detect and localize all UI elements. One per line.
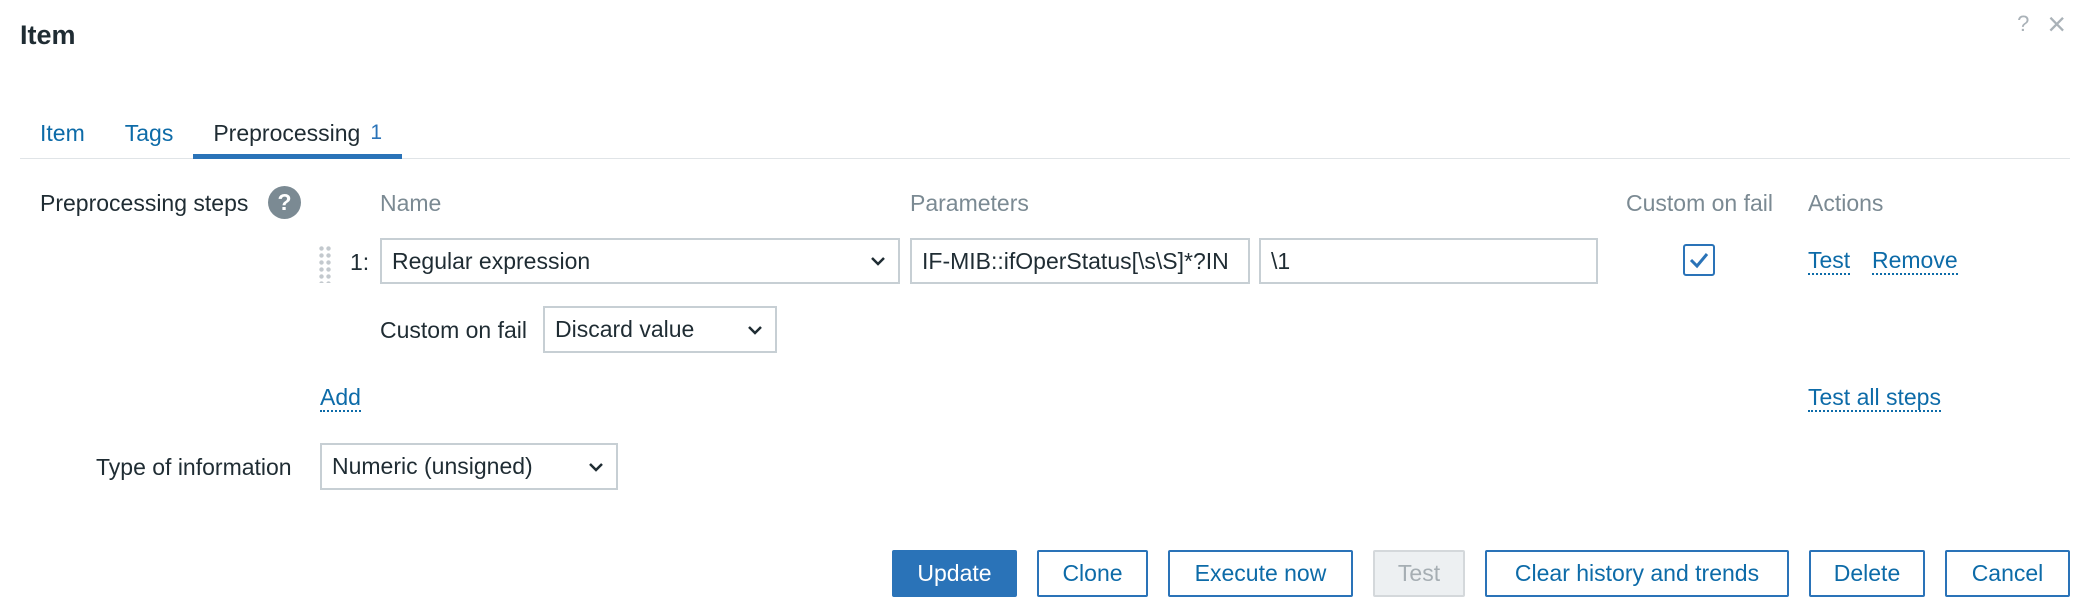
column-header-custom-on-fail: Custom on fail — [1626, 190, 1774, 216]
update-button[interactable]: Update — [892, 550, 1017, 597]
clear-history-button[interactable]: Clear history and trends — [1485, 550, 1789, 597]
type-of-information-value: Numeric (unsigned) — [332, 453, 533, 479]
custom-on-fail-checkbox[interactable] — [1683, 244, 1715, 276]
help-icon[interactable]: ? — [268, 186, 301, 219]
step-parameter-pattern-value: IF-MIB::ifOperStatus[\s\S]*?IN — [922, 247, 1229, 274]
test-button: Test — [1373, 550, 1465, 597]
dialog-controls: ? × — [2017, 8, 2066, 40]
tab-item[interactable]: Item — [20, 108, 105, 158]
delete-button[interactable]: Delete — [1809, 550, 1925, 597]
custom-on-fail-value: Discard value — [555, 316, 695, 342]
step-parameter-output-input[interactable]: \1 — [1259, 238, 1598, 284]
close-icon[interactable]: × — [2047, 8, 2066, 40]
checkmark-icon — [1689, 253, 1709, 269]
tab-preprocessing[interactable]: Preprocessing 1 — [193, 108, 402, 159]
tab-bar: Item Tags Preprocessing 1 — [20, 108, 2070, 159]
drag-handle-icon[interactable] — [318, 245, 332, 283]
remove-step-link[interactable]: Remove — [1872, 247, 1958, 276]
add-step-link[interactable]: Add — [320, 384, 361, 413]
step-type-select[interactable]: Regular expression — [380, 238, 900, 284]
step-number: 1: — [350, 249, 370, 275]
tab-tags[interactable]: Tags — [105, 108, 194, 158]
custom-on-fail-select[interactable]: Discard value — [543, 306, 777, 353]
chevron-down-icon — [871, 257, 885, 266]
dialog-title: Item — [20, 20, 76, 50]
cancel-button[interactable]: Cancel — [1945, 550, 2070, 597]
column-header-parameters: Parameters — [910, 190, 1029, 216]
chevron-down-icon — [589, 462, 603, 472]
column-header-actions: Actions — [1808, 190, 1884, 216]
clone-button[interactable]: Clone — [1037, 550, 1148, 597]
step-parameter-pattern-input[interactable]: IF-MIB::ifOperStatus[\s\S]*?IN — [910, 238, 1250, 284]
column-header-name: Name — [380, 190, 442, 216]
step-parameter-output-value: \1 — [1271, 247, 1291, 274]
tab-preprocessing-label: Preprocessing — [213, 119, 361, 146]
tab-tags-label: Tags — [124, 119, 174, 146]
custom-on-fail-label: Custom on fail — [380, 317, 528, 343]
execute-now-button[interactable]: Execute now — [1168, 550, 1353, 597]
test-all-steps-link[interactable]: Test all steps — [1808, 384, 1941, 413]
step-type-value: Regular expression — [392, 247, 591, 274]
type-of-information-label: Type of information — [96, 454, 292, 480]
type-of-information-select[interactable]: Numeric (unsigned) — [320, 443, 618, 490]
tab-preprocessing-count: 1 — [370, 121, 383, 144]
preprocessing-steps-label: Preprocessing steps — [40, 190, 249, 216]
chevron-down-icon — [748, 325, 762, 335]
help-icon[interactable]: ? — [2017, 11, 2029, 37]
test-step-link[interactable]: Test — [1808, 247, 1851, 276]
tab-item-label: Item — [40, 119, 85, 146]
